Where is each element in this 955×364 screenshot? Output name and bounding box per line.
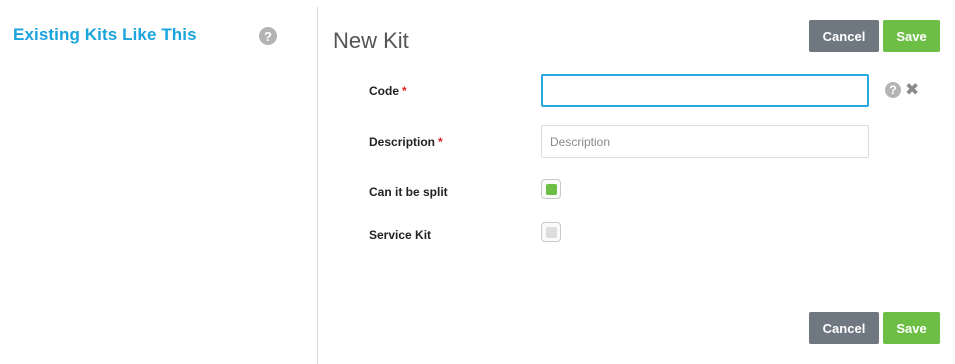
- service-kit-label: Service Kit: [369, 228, 432, 242]
- required-marker: *: [402, 84, 407, 98]
- service-kit-checkbox[interactable]: [541, 222, 561, 242]
- page-title: New Kit: [333, 28, 409, 53]
- save-button-bottom[interactable]: Save: [883, 312, 940, 344]
- can-split-checkbox[interactable]: [541, 179, 561, 199]
- cancel-button-bottom[interactable]: Cancel: [809, 312, 879, 344]
- panel-divider: [317, 7, 318, 364]
- code-label-text: Code: [369, 84, 399, 98]
- checkbox-indicator: [545, 226, 557, 238]
- code-help-icon[interactable]: ?: [885, 82, 901, 98]
- cancel-button-top[interactable]: Cancel: [809, 20, 879, 52]
- description-input[interactable]: [541, 125, 869, 158]
- code-input[interactable]: [541, 74, 869, 107]
- help-icon[interactable]: ?: [259, 27, 277, 45]
- new-kit-page: Existing Kits Like This ? New Kit Cancel…: [0, 0, 955, 364]
- checkbox-indicator: [545, 183, 557, 195]
- description-label-text: Description: [369, 135, 436, 149]
- clear-icon[interactable]: ✖: [905, 80, 919, 100]
- save-button-top[interactable]: Save: [883, 20, 940, 52]
- description-label: Description *: [369, 135, 443, 149]
- required-marker: *: [438, 135, 443, 149]
- code-label: Code *: [369, 84, 407, 98]
- can-split-label: Can it be split: [369, 185, 448, 199]
- existing-kits-title: Existing Kits Like This: [13, 25, 197, 44]
